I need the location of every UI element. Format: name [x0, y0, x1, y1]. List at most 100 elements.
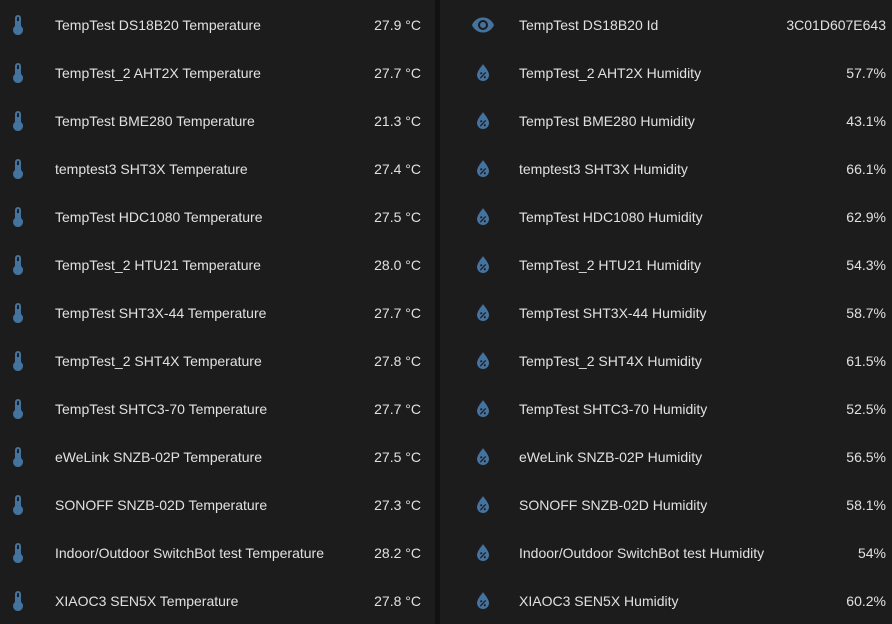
water-percent-icon: [471, 157, 495, 181]
entity-state: 43.1%: [846, 113, 886, 129]
thermometer-icon: [6, 61, 30, 85]
water-percent-icon: [471, 541, 495, 565]
entity-row[interactable]: TempTest SHT3X-44 Temperature 27.7 °C: [0, 289, 435, 337]
water-percent-icon: [471, 589, 495, 613]
entity-state: 58.7%: [846, 305, 886, 321]
entity-state: 27.3 °C: [374, 497, 421, 513]
eye-icon: [471, 13, 495, 37]
entity-row[interactable]: XIAOC3 SEN5X Humidity 60.2%: [440, 577, 892, 624]
entity-row[interactable]: TempTest_2 AHT2X Humidity 57.7%: [440, 49, 892, 97]
entity-name: TempTest DS18B20 Id: [519, 17, 659, 33]
entity-row[interactable]: SONOFF SNZB-02D Humidity 58.1%: [440, 481, 892, 529]
entity-state: 54%: [857, 545, 886, 561]
entity-state: 21.3 °C: [374, 113, 421, 129]
entity-state: 28.2 °C: [374, 545, 421, 561]
water-percent-icon: [471, 397, 495, 421]
entity-state: 3C01D607E643: [786, 17, 886, 33]
thermometer-icon: [6, 301, 30, 325]
entity-name: TempTest SHT3X-44 Temperature: [55, 305, 267, 321]
entity-state: 56.5%: [846, 449, 886, 465]
thermometer-icon: [6, 493, 30, 517]
entity-row[interactable]: TempTest SHTC3-70 Humidity 52.5%: [440, 385, 892, 433]
entity-name: TempTest_2 HTU21 Temperature: [55, 257, 261, 273]
entity-name: TempTest SHTC3-70 Humidity: [519, 401, 708, 417]
water-percent-icon: [471, 301, 495, 325]
entity-name: temptest3 SHT3X Temperature: [55, 161, 248, 177]
entity-state: 27.7 °C: [374, 305, 421, 321]
temperature-entity-list: TempTest DS18B20 Temperature 27.9 °C TempT…: [0, 1, 435, 624]
entity-name: XIAOC3 SEN5X Temperature: [55, 593, 239, 609]
entity-name: Indoor/Outdoor SwitchBot test Humidity: [519, 545, 765, 561]
entity-row[interactable]: temptest3 SHT3X Humidity 66.1%: [440, 145, 892, 193]
entity-state: 62.9%: [846, 209, 886, 225]
entity-row[interactable]: TempTest_2 HTU21 Temperature 28.0 °C: [0, 241, 435, 289]
entity-row[interactable]: TempTest_2 AHT2X Temperature 27.7 °C: [0, 49, 435, 97]
entity-state: 27.9 °C: [374, 17, 421, 33]
thermometer-icon: [6, 589, 30, 613]
water-percent-icon: [471, 349, 495, 373]
entity-state: 27.4 °C: [374, 161, 421, 177]
entity-row[interactable]: TempTest HDC1080 Temperature 27.5 °C: [0, 193, 435, 241]
entity-state: 52.5%: [846, 401, 886, 417]
entity-row[interactable]: SONOFF SNZB-02D Temperature 27.3 °C: [0, 481, 435, 529]
entity-row[interactable]: TempTest DS18B20 Id 3C01D607E643: [440, 1, 892, 49]
entity-state: 27.5 °C: [374, 209, 421, 225]
entity-name: eWeLink SNZB-02P Humidity: [519, 449, 703, 465]
thermometer-icon: [6, 13, 30, 37]
entity-state: 27.7 °C: [374, 401, 421, 417]
water-percent-icon: [471, 109, 495, 133]
entity-name: TempTest_2 SHT4X Temperature: [55, 353, 262, 369]
entity-name: TempTest HDC1080 Humidity: [519, 209, 703, 225]
entity-state: 57.7%: [846, 65, 886, 81]
entity-row[interactable]: TempTest BME280 Humidity 43.1%: [440, 97, 892, 145]
humidity-entity-list: TempTest DS18B20 Id 3C01D607E643 TempTest_…: [440, 1, 892, 624]
entity-state: 27.8 °C: [374, 593, 421, 609]
entity-state: 60.2%: [846, 593, 886, 609]
entity-state: 27.7 °C: [374, 65, 421, 81]
thermometer-icon: [6, 157, 30, 181]
entity-row[interactable]: TempTest_2 HTU21 Humidity 54.3%: [440, 241, 892, 289]
entity-state: 27.5 °C: [374, 449, 421, 465]
entity-row[interactable]: TempTest_2 SHT4X Humidity 61.5%: [440, 337, 892, 385]
thermometer-icon: [6, 445, 30, 469]
entity-state: 54.3%: [846, 257, 886, 273]
entity-row[interactable]: XIAOC3 SEN5X Temperature 27.8 °C: [0, 577, 435, 624]
thermometer-icon: [6, 109, 30, 133]
entity-name: SONOFF SNZB-02D Humidity: [519, 497, 708, 513]
water-percent-icon: [471, 61, 495, 85]
entity-row[interactable]: TempTest_2 SHT4X Temperature 27.8 °C: [0, 337, 435, 385]
entity-row[interactable]: TempTest SHTC3-70 Temperature 27.7 °C: [0, 385, 435, 433]
entity-name: TempTest SHTC3-70 Temperature: [55, 401, 268, 417]
entity-state: 28.0 °C: [374, 257, 421, 273]
entity-name: Indoor/Outdoor SwitchBot test Temperatur…: [55, 545, 324, 561]
entity-row[interactable]: TempTest HDC1080 Humidity 62.9%: [440, 193, 892, 241]
entity-name: TempTest SHT3X-44 Humidity: [519, 305, 707, 321]
thermometer-icon: [6, 397, 30, 421]
water-percent-icon: [471, 253, 495, 277]
entity-row[interactable]: TempTest SHT3X-44 Humidity 58.7%: [440, 289, 892, 337]
entity-row[interactable]: eWeLink SNZB-02P Humidity 56.5%: [440, 433, 892, 481]
entity-name: TempTest_2 SHT4X Humidity: [519, 353, 702, 369]
entity-state: 27.8 °C: [374, 353, 421, 369]
thermometer-icon: [6, 349, 30, 373]
entity-name: TempTest_2 HTU21 Humidity: [519, 257, 702, 273]
entity-row[interactable]: TempTest BME280 Temperature 21.3 °C: [0, 97, 435, 145]
entity-row[interactable]: Indoor/Outdoor SwitchBot test Humidity 54…: [440, 529, 892, 577]
thermometer-icon: [6, 205, 30, 229]
temperature-entities-card: TempTest DS18B20 Temperature 27.9 °C TempT…: [0, 0, 435, 624]
humidity-entities-card: TempTest DS18B20 Id 3C01D607E643 TempTest_…: [440, 0, 892, 624]
entity-row[interactable]: TempTest DS18B20 Temperature 27.9 °C: [0, 1, 435, 49]
entity-name: TempTest HDC1080 Temperature: [55, 209, 263, 225]
entity-row[interactable]: eWeLink SNZB-02P Temperature 27.5 °C: [0, 433, 435, 481]
thermometer-icon: [6, 541, 30, 565]
entity-name: TempTest BME280 Humidity: [519, 113, 695, 129]
entity-name: temptest3 SHT3X Humidity: [519, 161, 688, 177]
entity-name: TempTest_2 AHT2X Humidity: [519, 65, 702, 81]
entity-name: SONOFF SNZB-02D Temperature: [55, 497, 268, 513]
entity-name: TempTest DS18B20 Temperature: [55, 17, 261, 33]
entity-state: 66.1%: [846, 161, 886, 177]
entity-row[interactable]: Indoor/Outdoor SwitchBot test Temperatur…: [0, 529, 435, 577]
water-percent-icon: [471, 205, 495, 229]
entity-row[interactable]: temptest3 SHT3X Temperature 27.4 °C: [0, 145, 435, 193]
entity-name: XIAOC3 SEN5X Humidity: [519, 593, 679, 609]
